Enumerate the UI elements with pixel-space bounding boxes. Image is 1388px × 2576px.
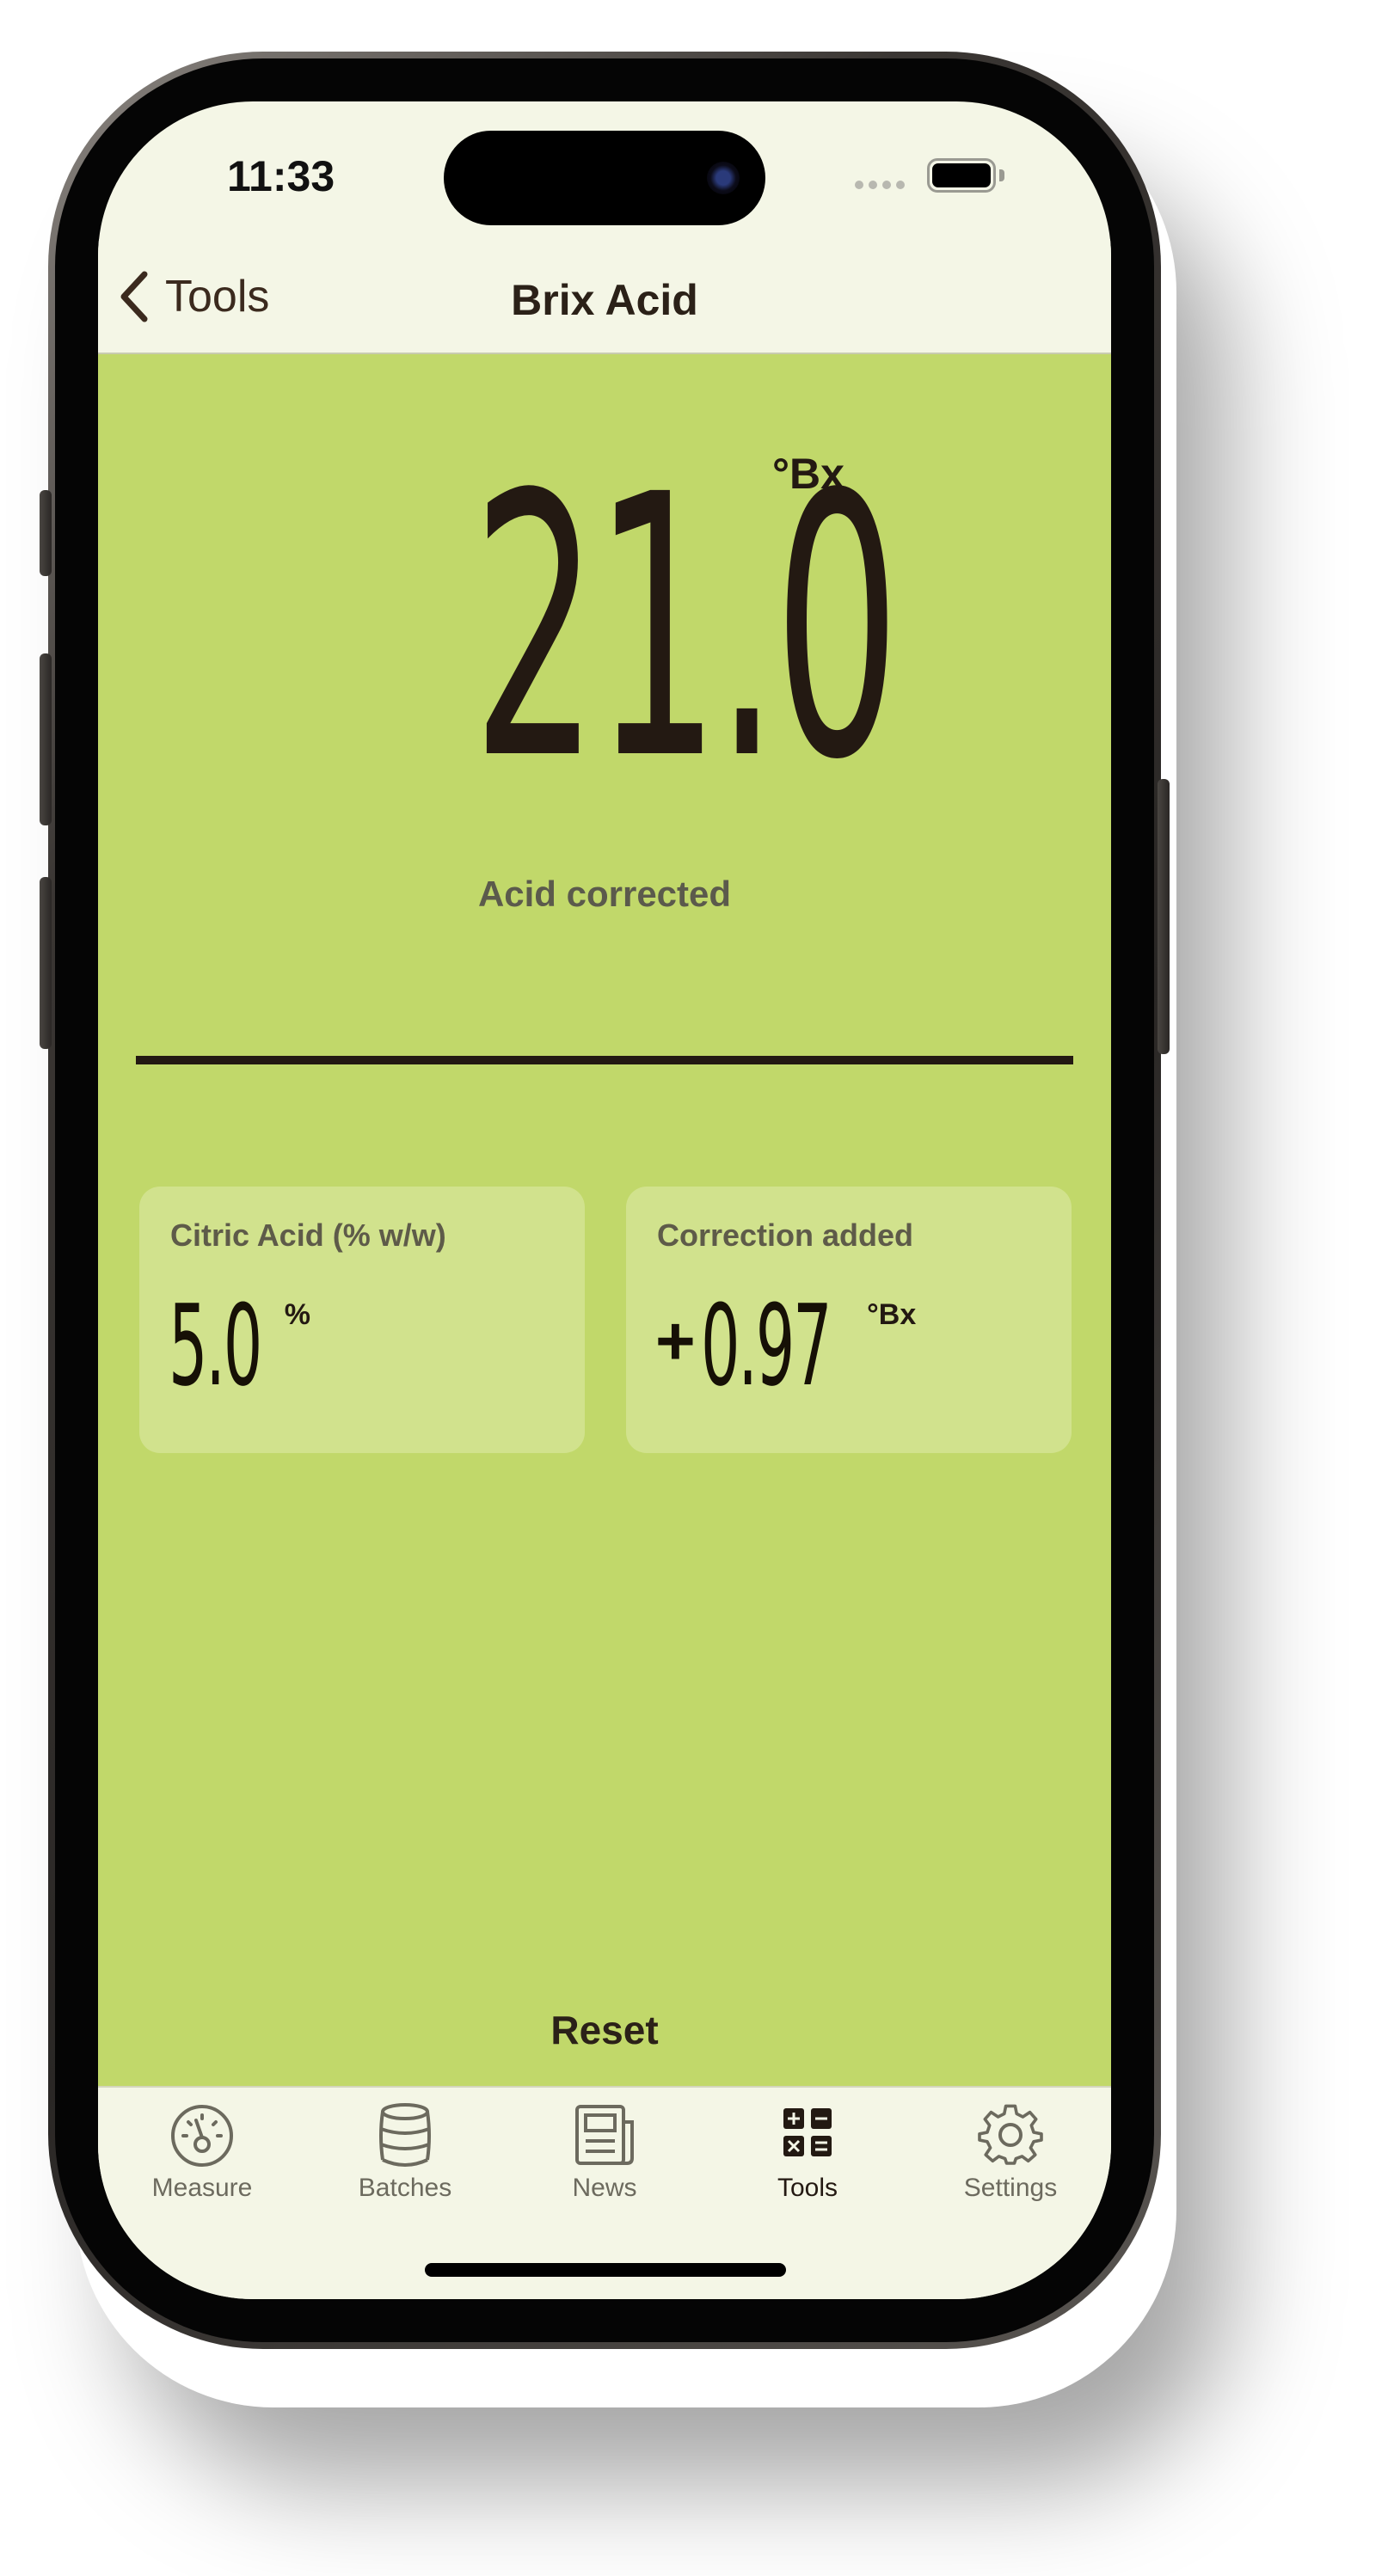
- tab-measure[interactable]: Measure: [101, 2101, 304, 2230]
- citric-acid-unit: %: [284, 1298, 310, 1331]
- navigation-bar: Tools Brix Acid: [98, 239, 1111, 354]
- citric-acid-value: 5.0: [169, 1280, 262, 1411]
- barrel-icon: [379, 2103, 431, 2167]
- reading-label: Acid corrected: [477, 874, 732, 914]
- correction-card: Correction added + 0.97 °Bx: [626, 1187, 1072, 1453]
- correction-unit: °Bx: [867, 1298, 917, 1331]
- main-reading: 21.0 °Bx: [98, 449, 1111, 810]
- gauge-icon: [171, 2105, 233, 2167]
- calculator-icon: [783, 2108, 832, 2156]
- home-indicator[interactable]: [425, 2263, 786, 2277]
- tab-batches[interactable]: Batches: [304, 2101, 507, 2230]
- tab-news-label: News: [572, 2174, 637, 2202]
- brix-unit: °Bx: [772, 450, 844, 498]
- tab-settings[interactable]: Settings: [909, 2101, 1111, 2230]
- correction-value: 0.97: [700, 1280, 832, 1411]
- divider: [136, 1056, 1073, 1064]
- volume-up-button: [40, 653, 52, 825]
- page-title: Brix Acid: [511, 276, 698, 324]
- correction-sign: +: [655, 1303, 696, 1379]
- battery-icon: [927, 158, 996, 193]
- tab-batches-label: Batches: [358, 2174, 452, 2202]
- battery-tip: [999, 169, 1004, 181]
- tab-settings-label: Settings: [963, 2174, 1058, 2202]
- reset-button[interactable]: Reset: [519, 2000, 691, 2060]
- citric-acid-value-group: 5.0 %: [169, 1290, 310, 1401]
- signal-icon: [855, 181, 905, 189]
- newspaper-icon: [575, 2105, 634, 2165]
- status-time: 11:33: [227, 152, 335, 200]
- status-bar: 11:33: [98, 101, 1111, 239]
- front-camera-icon: [707, 162, 740, 194]
- brix-value: 21.0: [472, 419, 900, 839]
- app-screen: 11:33 Tools Brix Acid 21.0 °Bx Acid corr…: [98, 101, 1111, 2299]
- volume-down-button: [40, 877, 52, 1049]
- action-button: [40, 490, 52, 576]
- tab-news[interactable]: News: [503, 2101, 706, 2230]
- main-content: 21.0 °Bx Acid corrected Citric Acid (% w…: [98, 354, 1111, 2086]
- correction-value-group: + 0.97 °Bx: [655, 1290, 916, 1401]
- tab-tools-label: Tools: [777, 2174, 838, 2202]
- tab-tools[interactable]: Tools: [706, 2101, 909, 2230]
- tab-measure-label: Measure: [151, 2174, 253, 2202]
- correction-label: Correction added: [657, 1217, 914, 1253]
- power-button: [1158, 779, 1170, 1054]
- citric-acid-card[interactable]: Citric Acid (% w/w) 5.0 %: [139, 1187, 585, 1453]
- gear-icon: [978, 2104, 1043, 2165]
- dynamic-island: [444, 131, 765, 225]
- citric-acid-label: Citric Acid (% w/w): [170, 1217, 446, 1253]
